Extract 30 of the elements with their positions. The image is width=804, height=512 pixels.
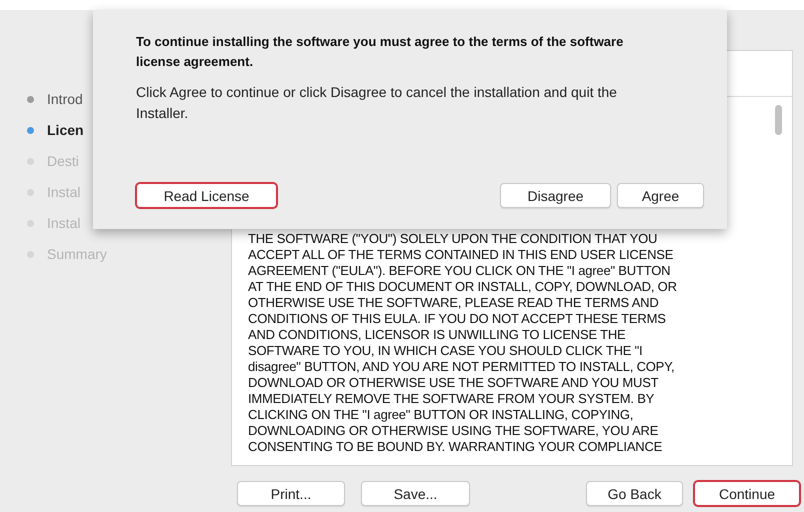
license-text-line: CONDITIONS OF THIS EULA. IF YOU DO NOT ACCEPT THESE TERMS [248,311,667,327]
license-text-line: AGREEMENT ("EULA"). BEFORE YOU CLICK ON THE "I agree" BUTTON [248,263,672,279]
step-label: Instal [47,184,80,200]
agree-button[interactable]: Agree [617,183,704,208]
license-text-line: AND CONDITIONS, LICENSOR IS UNWILLING TO LICENSE THE [248,327,627,343]
step-label: Introd [47,91,83,107]
license-text-line: DOWNLOAD OR OTHERWISE USE THE SOFTWARE AND YOU MUST [248,375,660,391]
license-text-line: CONSENTING TO BE BOUND BY. WARRANTING YOUR COMPLIANCE [248,439,664,455]
license-text-line: SOFTWARE TO YOU, IN WHICH CASE YOU SHOULD CLICK THE "I [248,343,644,359]
print-button[interactable]: Print... [237,481,345,506]
step-label: Instal [47,215,80,231]
license-text-line: AT THE END OF THIS DOCUMENT OR INSTALL, COPY, DOWNLOAD, OR [248,279,678,295]
license-text-line: CLICKING ON THE "I agree" BUTTON OR INSTALLING, COPYING, [248,407,634,423]
license-text-line: ACCEPT ALL OF THE TERMS CONTAINED IN THIS END USER LICENSE [248,247,674,263]
save-button[interactable]: Save... [361,481,470,506]
read-license-button[interactable]: Read License [136,183,277,208]
sheet-title: To continue installing the software you must agree to the terms of the software license agreement. [136,33,624,71]
license-text-line: THE SOFTWARE ("YOU") SOLELY UPON THE CONDITION THAT YOU [248,231,658,247]
disagree-button[interactable]: Disagree [500,183,611,208]
license-text-line: disagree" BUTTON, AND YOU ARE NOT PERMITTED TO INSTALL, COPY, [248,359,676,375]
license-text-line: DOWNLOADING OR OTHERWISE USING THE SOFTWARE, YOU ARE [248,423,660,439]
step-label: Summary [47,246,107,262]
step-label: Desti [47,153,79,169]
go-back-button[interactable]: Go Back [586,481,683,506]
step-label: Licen [47,122,84,138]
sheet-message: Click Agree to continue or click Disagree to cancel the installation and quit the Installer. [136,83,618,123]
scrollbar-thumb[interactable] [775,105,782,135]
license-text-line: IMMEDIATELY REMOVE THE SOFTWARE FROM YOUR SYSTEM. BY [248,391,656,407]
continue-button[interactable]: Continue [694,481,800,506]
license-text-line: OTHERWISE USE THE SOFTWARE, PLEASE READ THE TERMS AND [248,295,660,311]
